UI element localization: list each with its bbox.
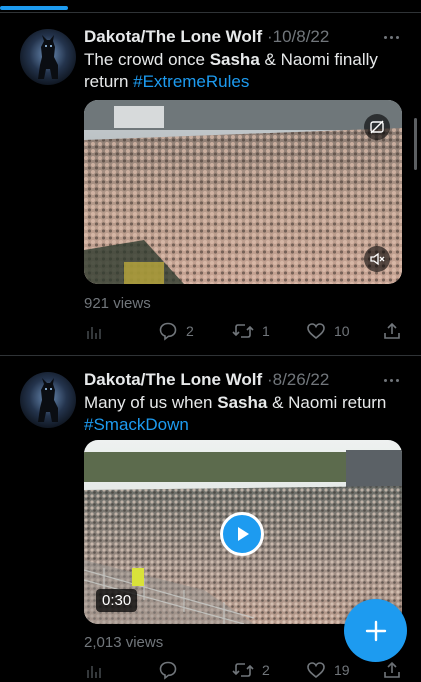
share-icon <box>384 661 400 678</box>
tweet-text-start: Many of us when <box>84 393 218 412</box>
tweet-text-rest: & Naomi return <box>267 393 387 412</box>
tweet-header: Dakota/The Lone Wolf ·8/26/22 <box>84 368 402 392</box>
tweet-actions: 2 19 <box>84 658 402 682</box>
heart-icon <box>307 323 325 340</box>
muted-speaker-icon[interactable] <box>364 246 390 272</box>
analytics-button[interactable] <box>84 319 104 343</box>
like-button[interactable]: 19 <box>306 658 350 682</box>
heart-icon <box>307 662 325 679</box>
no-gif-icon[interactable] <box>364 114 390 140</box>
display-name[interactable]: Dakota/The Lone Wolf <box>84 370 262 389</box>
reply-button[interactable]: 2 <box>158 319 194 343</box>
view-count: 2,013 views <box>84 634 164 651</box>
play-button[interactable] <box>220 512 264 556</box>
like-button[interactable]: 10 <box>306 319 350 343</box>
top-tab-bar <box>0 0 421 13</box>
tweet-text-highlight: Sasha <box>217 393 268 412</box>
tweet-date[interactable]: 10/8/22 <box>273 27 330 46</box>
video-duration: 0:30 <box>96 589 138 612</box>
like-count: 19 <box>334 662 350 678</box>
tweet-content: Dakota/The Lone Wolf ·8/26/22 Many of us… <box>84 368 402 436</box>
view-count: 921 views <box>84 295 151 312</box>
analytics-icon <box>87 327 101 339</box>
scrollbar[interactable] <box>414 118 417 170</box>
display-name[interactable]: Dakota/The Lone Wolf <box>84 27 262 46</box>
analytics-button[interactable] <box>84 658 104 682</box>
retweet-button[interactable]: 1 <box>232 319 270 343</box>
reply-icon <box>159 322 177 341</box>
tweet-text: The crowd once Sasha & Naomi finally ret… <box>84 49 402 93</box>
tweet-text: Many of us when Sasha & Naomi return #Sm… <box>84 392 402 436</box>
tweet[interactable]: Dakota/The Lone Wolf ·10/8/22 The crowd … <box>0 13 421 356</box>
retweet-icon <box>232 663 254 677</box>
like-count: 10 <box>334 323 350 339</box>
tweet-text-start: The crowd once <box>84 50 210 69</box>
tweet-date[interactable]: 8/26/22 <box>273 370 330 389</box>
compose-tweet-button[interactable] <box>344 599 407 662</box>
reply-count: 2 <box>186 323 194 339</box>
reply-button[interactable] <box>158 658 186 682</box>
tweet-actions: 2 1 10 <box>84 319 402 343</box>
more-icon[interactable] <box>380 25 402 49</box>
retweet-icon <box>232 324 254 338</box>
tweet-video[interactable]: 0:30 <box>84 440 402 624</box>
avatar[interactable] <box>20 29 76 85</box>
analytics-icon <box>87 666 101 678</box>
avatar[interactable] <box>20 372 76 428</box>
tweet-content: Dakota/The Lone Wolf ·10/8/22 The crowd … <box>84 25 402 93</box>
retweet-count: 2 <box>262 662 270 678</box>
share-button[interactable] <box>382 658 402 682</box>
tweet-video[interactable] <box>84 100 402 284</box>
share-button[interactable] <box>382 319 402 343</box>
tweet-header: Dakota/The Lone Wolf ·10/8/22 <box>84 25 402 49</box>
hashtag-link[interactable]: #ExtremeRules <box>133 72 249 91</box>
reply-icon <box>159 661 177 680</box>
more-icon[interactable] <box>380 368 402 392</box>
retweet-button[interactable]: 2 <box>232 658 270 682</box>
plus-icon <box>365 620 386 641</box>
active-tab-indicator <box>0 6 68 10</box>
tweet-text-highlight: Sasha <box>209 50 260 69</box>
retweet-count: 1 <box>262 323 270 339</box>
hashtag-link[interactable]: #SmackDown <box>84 415 189 434</box>
share-icon <box>384 322 400 339</box>
play-icon <box>238 527 249 541</box>
